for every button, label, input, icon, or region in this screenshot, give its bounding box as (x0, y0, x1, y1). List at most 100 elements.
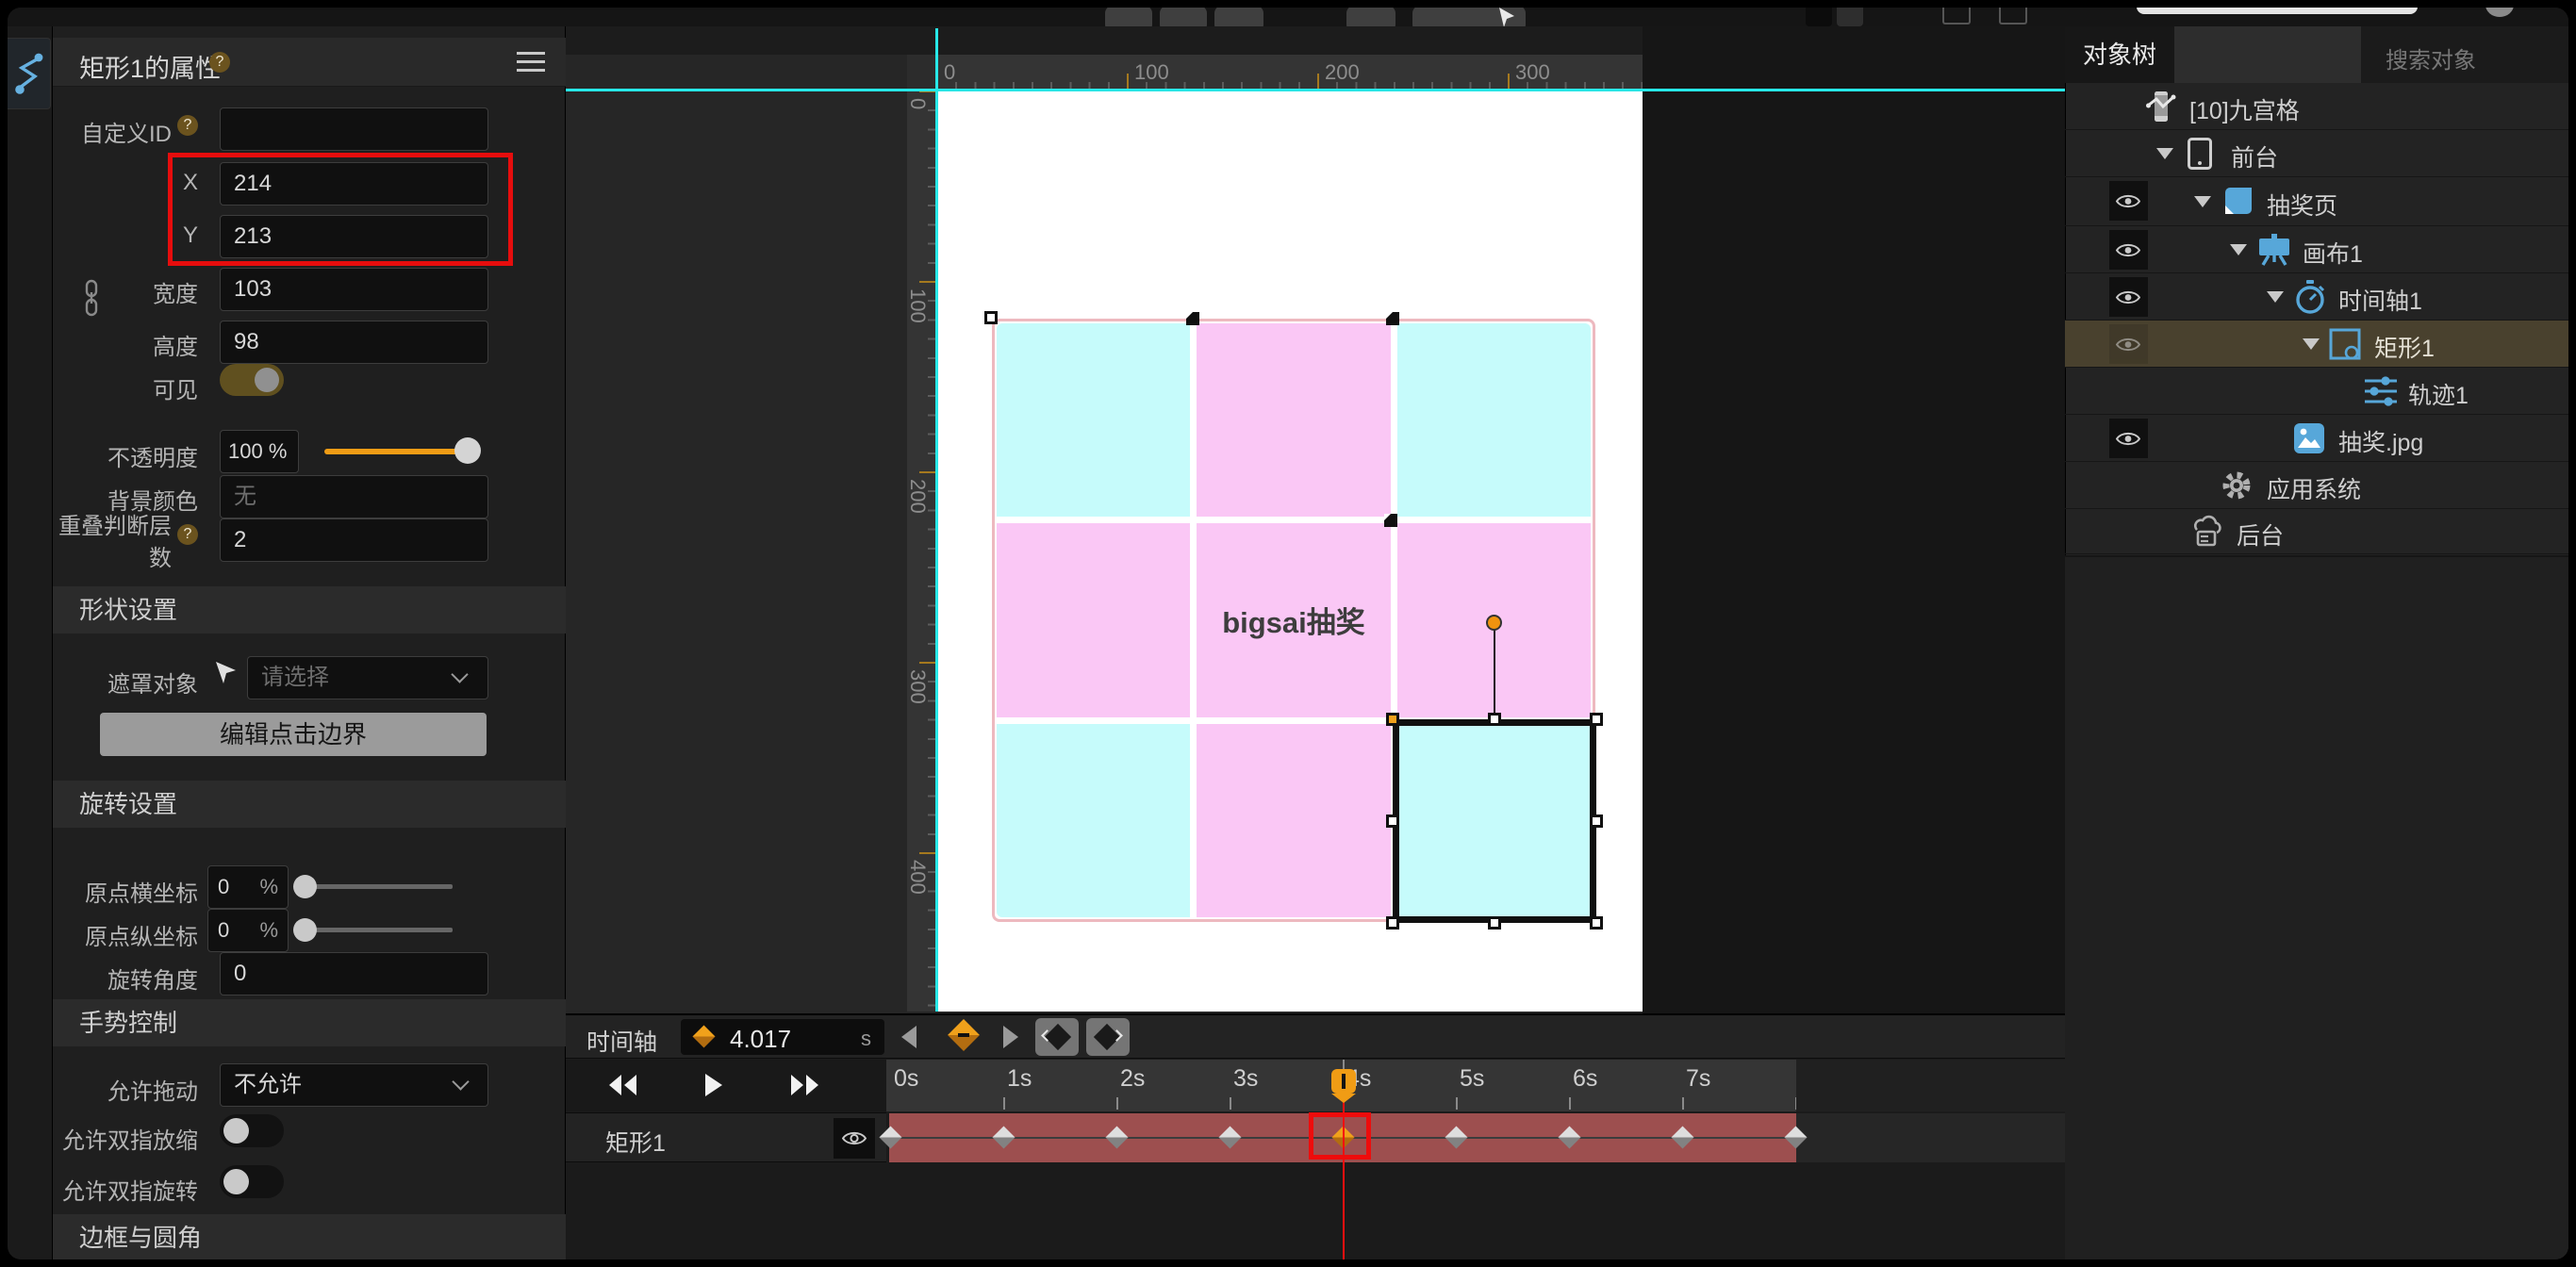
tree-row-rect1-selected[interactable]: 矩形1 (2065, 321, 2568, 368)
section-shape[interactable]: 形状设置 (53, 586, 566, 634)
tree-row-front[interactable]: 前台 (2065, 130, 2568, 177)
selection-handle-bottom[interactable] (1488, 916, 1501, 930)
visible-toggle[interactable] (220, 364, 284, 396)
selection-handle-bottom-right[interactable] (1590, 916, 1603, 930)
track-after-end (1796, 1113, 2065, 1162)
expand-arrow-icon[interactable] (2267, 291, 2284, 303)
keyframe-nav-left-button[interactable] (1035, 1018, 1079, 1056)
custom-id-label: 自定义ID (53, 115, 172, 148)
keyframe-nav-right-button[interactable] (1086, 1018, 1130, 1056)
tree-item-label: 轨迹1 (2408, 377, 2469, 411)
rotation-handle[interactable] (1486, 615, 1502, 631)
track-eye-box[interactable] (834, 1118, 875, 1159)
eye-box[interactable] (2109, 419, 2148, 458)
grid-cell[interactable] (997, 323, 1190, 517)
group-corner-handle[interactable] (984, 311, 998, 324)
opacity-slider[interactable] (324, 449, 466, 454)
expand-arrow-icon[interactable] (2156, 148, 2173, 159)
selection-handle-top[interactable] (1488, 713, 1501, 726)
tree-row-image[interactable]: 抽奖.jpg (2065, 415, 2568, 462)
two-finger-rotate-toggle[interactable] (220, 1165, 284, 1198)
rewind-button[interactable] (607, 1074, 639, 1096)
tree-row-app-system[interactable]: 应用系统 (2065, 462, 2568, 509)
overlap-input[interactable]: 2 (220, 518, 488, 562)
tool-slot[interactable] (8, 38, 51, 109)
ruler-label: 300 (1515, 60, 1550, 85)
eye-box[interactable] (2109, 324, 2148, 364)
grid-cell-center[interactable]: bigsai抽奖 (1197, 523, 1390, 716)
opacity-input[interactable]: 100 % (220, 430, 299, 473)
grid-cell[interactable] (1197, 724, 1390, 917)
tree-row-canvas1[interactable]: 画布1 (2065, 226, 2568, 273)
eye-box[interactable] (2109, 181, 2148, 221)
grid-cell[interactable] (1197, 323, 1390, 517)
toolbar-frame-icon[interactable] (1942, 8, 1971, 25)
keyframe-icon (692, 1025, 715, 1047)
cloud-server-icon (2189, 515, 2225, 551)
toolbar-frame-icon-2[interactable] (1999, 8, 2027, 25)
tree-row-timeline1[interactable]: 时间轴1 (2065, 273, 2568, 321)
keyframe-time-value: 4.017 (730, 1025, 791, 1054)
tree-row-track1[interactable]: 轨迹1 (2065, 368, 2568, 415)
ruler-second-tick (1682, 1097, 1684, 1110)
section-border[interactable]: 边框与圆角 (53, 1214, 566, 1259)
edit-bounds-button[interactable]: 编辑点击边界 (100, 713, 487, 756)
custom-id-input[interactable] (220, 107, 488, 151)
hamburger-icon[interactable] (517, 51, 545, 74)
selection-handle-left[interactable] (1386, 814, 1399, 828)
height-input[interactable]: 98 (220, 321, 488, 364)
drag-label: 允许拖动 (53, 1073, 198, 1106)
origin-y-slider[interactable] (304, 928, 453, 932)
origin-y-knob[interactable] (293, 918, 317, 942)
next-keyframe-button[interactable] (1003, 1026, 1018, 1048)
tab-object-tree[interactable]: 对象树 (2065, 26, 2174, 83)
prev-keyframe-button[interactable] (901, 1026, 916, 1048)
tree-row-backend[interactable]: 后台 (2065, 509, 2568, 554)
selection-handle-bottom-left[interactable] (1386, 916, 1399, 930)
expand-arrow-icon[interactable] (2303, 338, 2320, 350)
fast-forward-button[interactable] (788, 1074, 820, 1096)
help-icon[interactable]: ? (209, 52, 230, 73)
custom-id-help-icon[interactable]: ? (177, 115, 198, 136)
section-gesture[interactable]: 手势控制 (53, 999, 566, 1046)
grid-cell[interactable] (997, 724, 1190, 917)
bgcolor-input[interactable]: 无 (220, 475, 488, 518)
expand-arrow-icon[interactable] (2230, 244, 2247, 255)
pinch-toggle[interactable] (220, 1114, 284, 1147)
expand-arrow-icon[interactable] (2194, 196, 2211, 207)
tab-object-tree-label: 对象树 (2083, 41, 2156, 69)
drag-select[interactable]: 不允许 (220, 1063, 488, 1107)
origin-x-knob[interactable] (293, 875, 317, 898)
toolbar-box-gray[interactable] (1837, 8, 1863, 26)
mask-select[interactable]: 请选择 (247, 656, 488, 699)
time-label: 5s (1460, 1065, 1484, 1093)
play-button[interactable] (703, 1073, 724, 1097)
canvas-right-shade (1643, 26, 2065, 1013)
ruler-tick (919, 852, 936, 854)
link-size-icon[interactable] (83, 279, 100, 317)
tree-row-project[interactable]: [10]九宫格 (2065, 83, 2568, 130)
eye-box[interactable] (2109, 230, 2148, 270)
tree-row-page[interactable]: 抽奖页 (2065, 177, 2568, 226)
eye-box[interactable] (2109, 277, 2148, 317)
toolbar-box-dark[interactable] (1806, 8, 1832, 26)
grid-cell[interactable] (997, 523, 1190, 716)
search-input[interactable]: 搜索对象 (2361, 26, 2568, 83)
selection-handle-top-left[interactable] (1386, 713, 1399, 726)
width-input[interactable]: 103 (220, 268, 488, 311)
opacity-slider-knob[interactable] (454, 437, 481, 464)
keyframe-time-input[interactable]: 4.017 s (681, 1019, 884, 1055)
angle-input[interactable]: 0 (220, 952, 488, 996)
origin-y-input[interactable]: 0 % (207, 909, 289, 952)
section-rotation[interactable]: 旋转设置 (53, 781, 566, 828)
grid-cell[interactable] (1397, 323, 1591, 517)
selection-outline[interactable] (1393, 719, 1596, 923)
overlap-help-icon[interactable]: ? (177, 524, 198, 545)
selection-handle-top-right[interactable] (1590, 713, 1603, 726)
selection-handle-right[interactable] (1590, 814, 1603, 828)
origin-x-slider[interactable] (304, 884, 453, 889)
cursor-pick-icon[interactable] (213, 660, 238, 686)
playhead-marker[interactable] (1331, 1069, 1356, 1094)
remove-keyframe-button[interactable] (948, 1019, 980, 1051)
origin-x-input[interactable]: 0 % (207, 865, 289, 909)
